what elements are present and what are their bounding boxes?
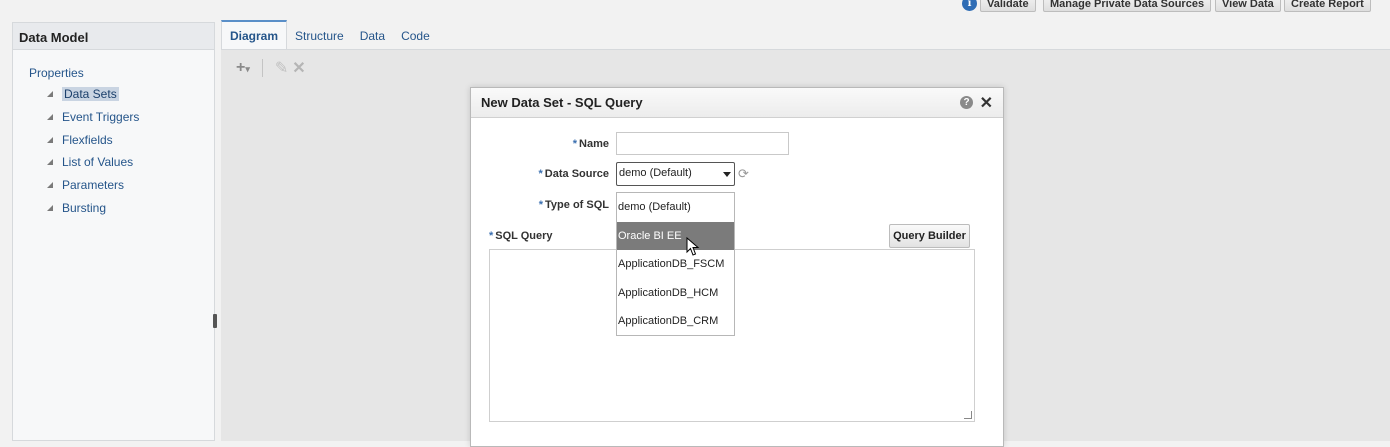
expand-triangle-icon[interactable] (47, 91, 53, 97)
tab-diagram[interactable]: Diagram (221, 20, 288, 49)
query-builder-button[interactable]: Query Builder (889, 224, 970, 248)
dropdown-option[interactable]: demo (Default) (617, 193, 734, 221)
add-icon[interactable]: +▾ (236, 59, 250, 77)
delete-icon[interactable]: ✕ (292, 58, 305, 78)
mouse-cursor-icon (686, 237, 700, 256)
tab-bar: Diagram Structure Data Code (221, 20, 438, 49)
tab-code[interactable]: Code (393, 29, 438, 49)
sql-query-label: * SQL Query (489, 230, 553, 242)
tree-item-bursting[interactable]: Bursting (47, 201, 106, 215)
dialog-header: New Data Set - SQL Query ? ✕ (471, 88, 1003, 118)
diagram-toolbar: +▾ ✎ ✕ (236, 58, 306, 78)
edit-icon[interactable]: ✎ (275, 58, 288, 78)
name-label: * Name (572, 138, 609, 150)
data-model-title: Data Model (13, 23, 214, 50)
tabs-divider (221, 49, 1390, 50)
create-report-button[interactable]: Create Report (1284, 0, 1371, 12)
name-input[interactable] (616, 132, 789, 155)
expand-triangle-icon[interactable] (47, 114, 53, 120)
tab-data[interactable]: Data (352, 29, 393, 49)
resize-grip-icon[interactable] (964, 411, 972, 419)
help-icon[interactable]: ? (960, 96, 973, 109)
expand-triangle-icon[interactable] (47, 159, 53, 165)
tree-item-event-triggers[interactable]: Event Triggers (47, 110, 139, 124)
refresh-icon[interactable]: ⟳ (738, 167, 752, 181)
expand-triangle-icon[interactable] (47, 205, 53, 211)
data-source-select[interactable]: demo (Default) (616, 162, 735, 186)
toolbar-separator (261, 59, 263, 77)
dialog-title: New Data Set - SQL Query (481, 95, 643, 110)
info-icon: i (962, 0, 977, 11)
panel-splitter-handle[interactable] (213, 314, 217, 328)
tree-item-list-of-values[interactable]: List of Values (47, 155, 133, 169)
view-data-button[interactable]: View Data (1215, 0, 1281, 12)
manage-private-data-sources-button[interactable]: Manage Private Data Sources (1043, 0, 1212, 12)
dropdown-option[interactable]: ApplicationDB_CRM (617, 307, 734, 335)
data-source-label: * Data Source (538, 168, 609, 180)
tree-item-flexfields[interactable]: Flexfields (47, 133, 113, 147)
data-model-panel: Data Model Properties Data Sets Event Tr… (12, 22, 215, 441)
expand-triangle-icon[interactable] (47, 137, 53, 143)
properties-link[interactable]: Properties (29, 66, 84, 80)
dropdown-option[interactable]: ApplicationDB_FSCM (617, 250, 734, 278)
data-source-dropdown-list: demo (Default) Oracle BI EE ApplicationD… (616, 192, 735, 336)
close-icon[interactable]: ✕ (980, 93, 993, 113)
expand-triangle-icon[interactable] (47, 182, 53, 188)
type-of-sql-label: * Type of SQL (538, 199, 609, 211)
dropdown-option[interactable]: ApplicationDB_HCM (617, 279, 734, 307)
dropdown-option-highlighted[interactable]: Oracle BI EE (617, 222, 734, 250)
tab-structure[interactable]: Structure (287, 29, 352, 49)
tree-item-data-sets[interactable]: Data Sets (47, 87, 119, 101)
data-source-value: demo (Default) (619, 167, 692, 179)
tree-item-parameters[interactable]: Parameters (47, 178, 124, 192)
validate-button[interactable]: Validate (980, 0, 1036, 12)
chevron-down-icon[interactable] (723, 172, 731, 177)
